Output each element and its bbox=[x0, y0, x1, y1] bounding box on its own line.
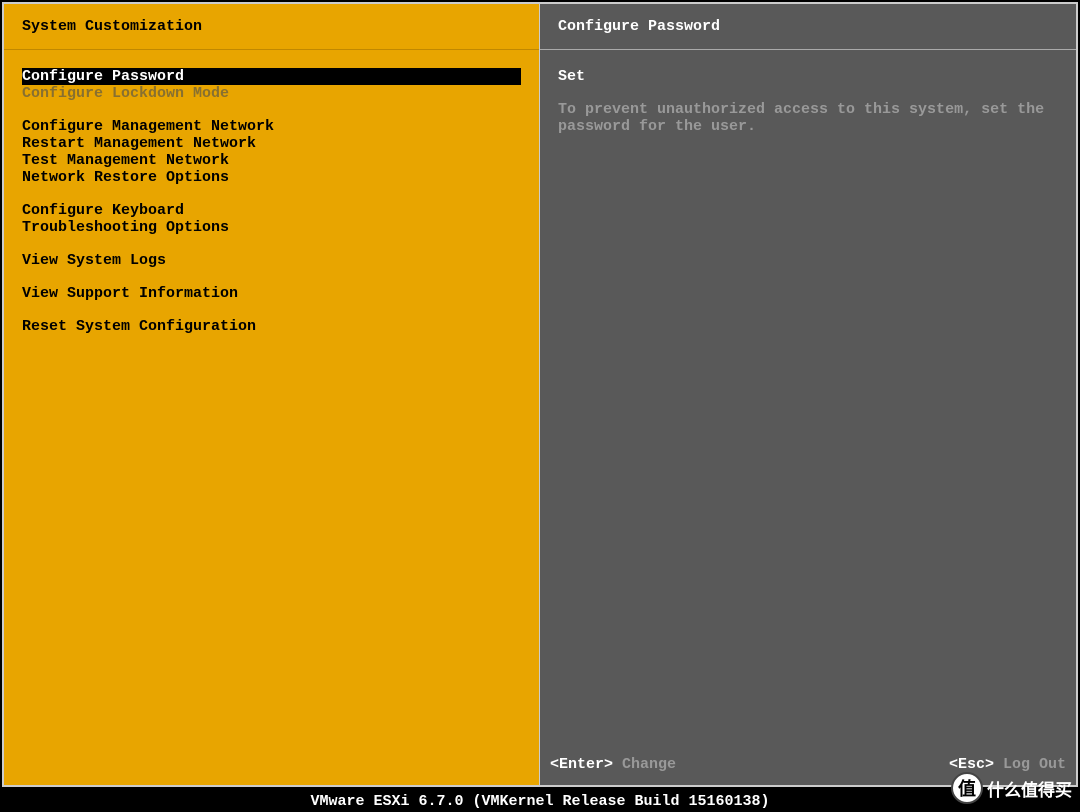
menu-item-test-management-network[interactable]: Test Management Network bbox=[22, 152, 521, 169]
menu-group: Configure KeyboardTroubleshooting Option… bbox=[22, 202, 521, 236]
left-panel-title: System Customization bbox=[4, 4, 539, 50]
menu-item-reset-system-configuration[interactable]: Reset System Configuration bbox=[22, 318, 521, 335]
esc-action-label: Log Out bbox=[1003, 756, 1066, 773]
menu-item-view-support-information[interactable]: View Support Information bbox=[22, 285, 521, 302]
menu-item-configure-password[interactable]: Configure Password bbox=[22, 68, 521, 85]
bottom-status-bar: VMware ESXi 6.7.0 (VMKernel Release Buil… bbox=[0, 791, 1080, 812]
menu-group: View System Logs bbox=[22, 252, 521, 269]
enter-hint[interactable]: <Enter> Change bbox=[550, 756, 676, 773]
menu-item-configure-management-network[interactable]: Configure Management Network bbox=[22, 118, 521, 135]
menu-item-troubleshooting-options[interactable]: Troubleshooting Options bbox=[22, 219, 521, 236]
enter-action-label: Change bbox=[622, 756, 676, 773]
right-panel-title: Configure Password bbox=[540, 4, 1076, 50]
esc-key-label: <Esc> bbox=[949, 756, 994, 773]
main-container: System Customization Configure PasswordC… bbox=[2, 2, 1078, 787]
menu-group: View Support Information bbox=[22, 285, 521, 302]
menu-list: Configure PasswordConfigure Lockdown Mod… bbox=[4, 50, 539, 785]
password-status: Set bbox=[558, 68, 1058, 85]
left-panel: System Customization Configure PasswordC… bbox=[4, 4, 540, 785]
menu-group: Reset System Configuration bbox=[22, 318, 521, 335]
enter-key-label: <Enter> bbox=[550, 756, 613, 773]
watermark-text: 什么值得买 bbox=[987, 776, 1072, 801]
menu-item-restart-management-network[interactable]: Restart Management Network bbox=[22, 135, 521, 152]
menu-item-configure-lockdown-mode: Configure Lockdown Mode bbox=[22, 85, 521, 102]
menu-group: Configure Management NetworkRestart Mana… bbox=[22, 118, 521, 186]
menu-item-network-restore-options[interactable]: Network Restore Options bbox=[22, 169, 521, 186]
watermark-icon: 值 bbox=[951, 772, 983, 804]
password-description: To prevent unauthorized access to this s… bbox=[558, 101, 1058, 135]
menu-group: Configure PasswordConfigure Lockdown Mod… bbox=[22, 68, 521, 102]
watermark: 值 什么值得买 bbox=[951, 772, 1072, 804]
esc-hint[interactable]: <Esc> Log Out bbox=[949, 756, 1066, 773]
menu-item-configure-keyboard[interactable]: Configure Keyboard bbox=[22, 202, 521, 219]
right-panel: Configure Password Set To prevent unauth… bbox=[540, 4, 1076, 785]
menu-item-view-system-logs[interactable]: View System Logs bbox=[22, 252, 521, 269]
right-panel-body: Set To prevent unauthorized access to th… bbox=[540, 50, 1076, 748]
